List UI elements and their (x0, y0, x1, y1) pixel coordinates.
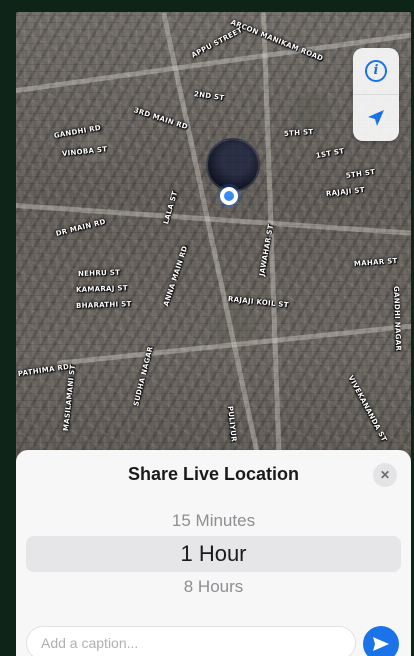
street-label: APPU STREET (190, 25, 244, 60)
info-icon: i (365, 60, 387, 82)
share-live-location-sheet: Share Live Location ✕ 15 Minutes 1 Hour … (16, 450, 411, 656)
street-label: 3RD MAIN RD (132, 106, 189, 132)
street-label: 5TH ST (283, 127, 314, 138)
close-button[interactable]: ✕ (373, 463, 397, 487)
duration-option-1-hour[interactable]: 1 Hour (26, 536, 401, 572)
map-controls: i (353, 48, 399, 141)
duration-option-15-minutes[interactable]: 15 Minutes (26, 511, 401, 531)
caption-bar (26, 626, 356, 656)
street-label: GANDHI NAGAR (392, 285, 403, 352)
street-label: MAHAR ST (353, 256, 398, 268)
street-label: PATHIMA RD (17, 362, 70, 378)
current-location-dot (220, 187, 238, 205)
street-label: DR MAIN RD (55, 217, 107, 238)
close-icon: ✕ (379, 468, 391, 482)
street-label: RAJAJI KOIL ST (227, 295, 290, 310)
contact-avatar-pin[interactable] (206, 138, 260, 192)
sheet-title: Share Live Location (127, 464, 300, 484)
street-label: ANNA MAIN RD (162, 244, 190, 308)
send-icon (373, 637, 389, 651)
street-label: MASILAMANI ST (62, 364, 77, 432)
street-label: RAJAJI ST (325, 185, 366, 198)
screen: ARCON MANIKAM ROAD APPU STREET 2ND ST 3R… (0, 0, 414, 656)
street-label: PULIYUR (226, 405, 238, 443)
street-label: 1ST ST (315, 147, 346, 160)
street-label: VINOBA ST (61, 145, 108, 158)
map-road (161, 12, 262, 463)
street-label: GANDHI RD (53, 123, 102, 140)
street-label: KAMARAJ ST (75, 284, 128, 294)
street-label: BHARATHI ST (75, 300, 132, 310)
street-label: VIVEKANANDA ST (346, 374, 389, 444)
duration-option-8-hours[interactable]: 8 Hours (26, 577, 401, 597)
satellite-map[interactable]: ARCON MANIKAM ROAD APPU STREET 2ND ST 3R… (16, 12, 411, 464)
caption-input[interactable] (27, 627, 355, 656)
street-label: LALA ST (162, 190, 180, 226)
location-arrow-icon (368, 110, 384, 126)
send-button[interactable] (363, 626, 399, 656)
street-label: NEHRU ST (77, 268, 121, 278)
street-label: 5TH ST (345, 167, 376, 180)
map-info-button[interactable]: i (353, 48, 399, 94)
street-label: 2ND ST (193, 90, 225, 103)
locate-me-button[interactable] (353, 95, 399, 141)
